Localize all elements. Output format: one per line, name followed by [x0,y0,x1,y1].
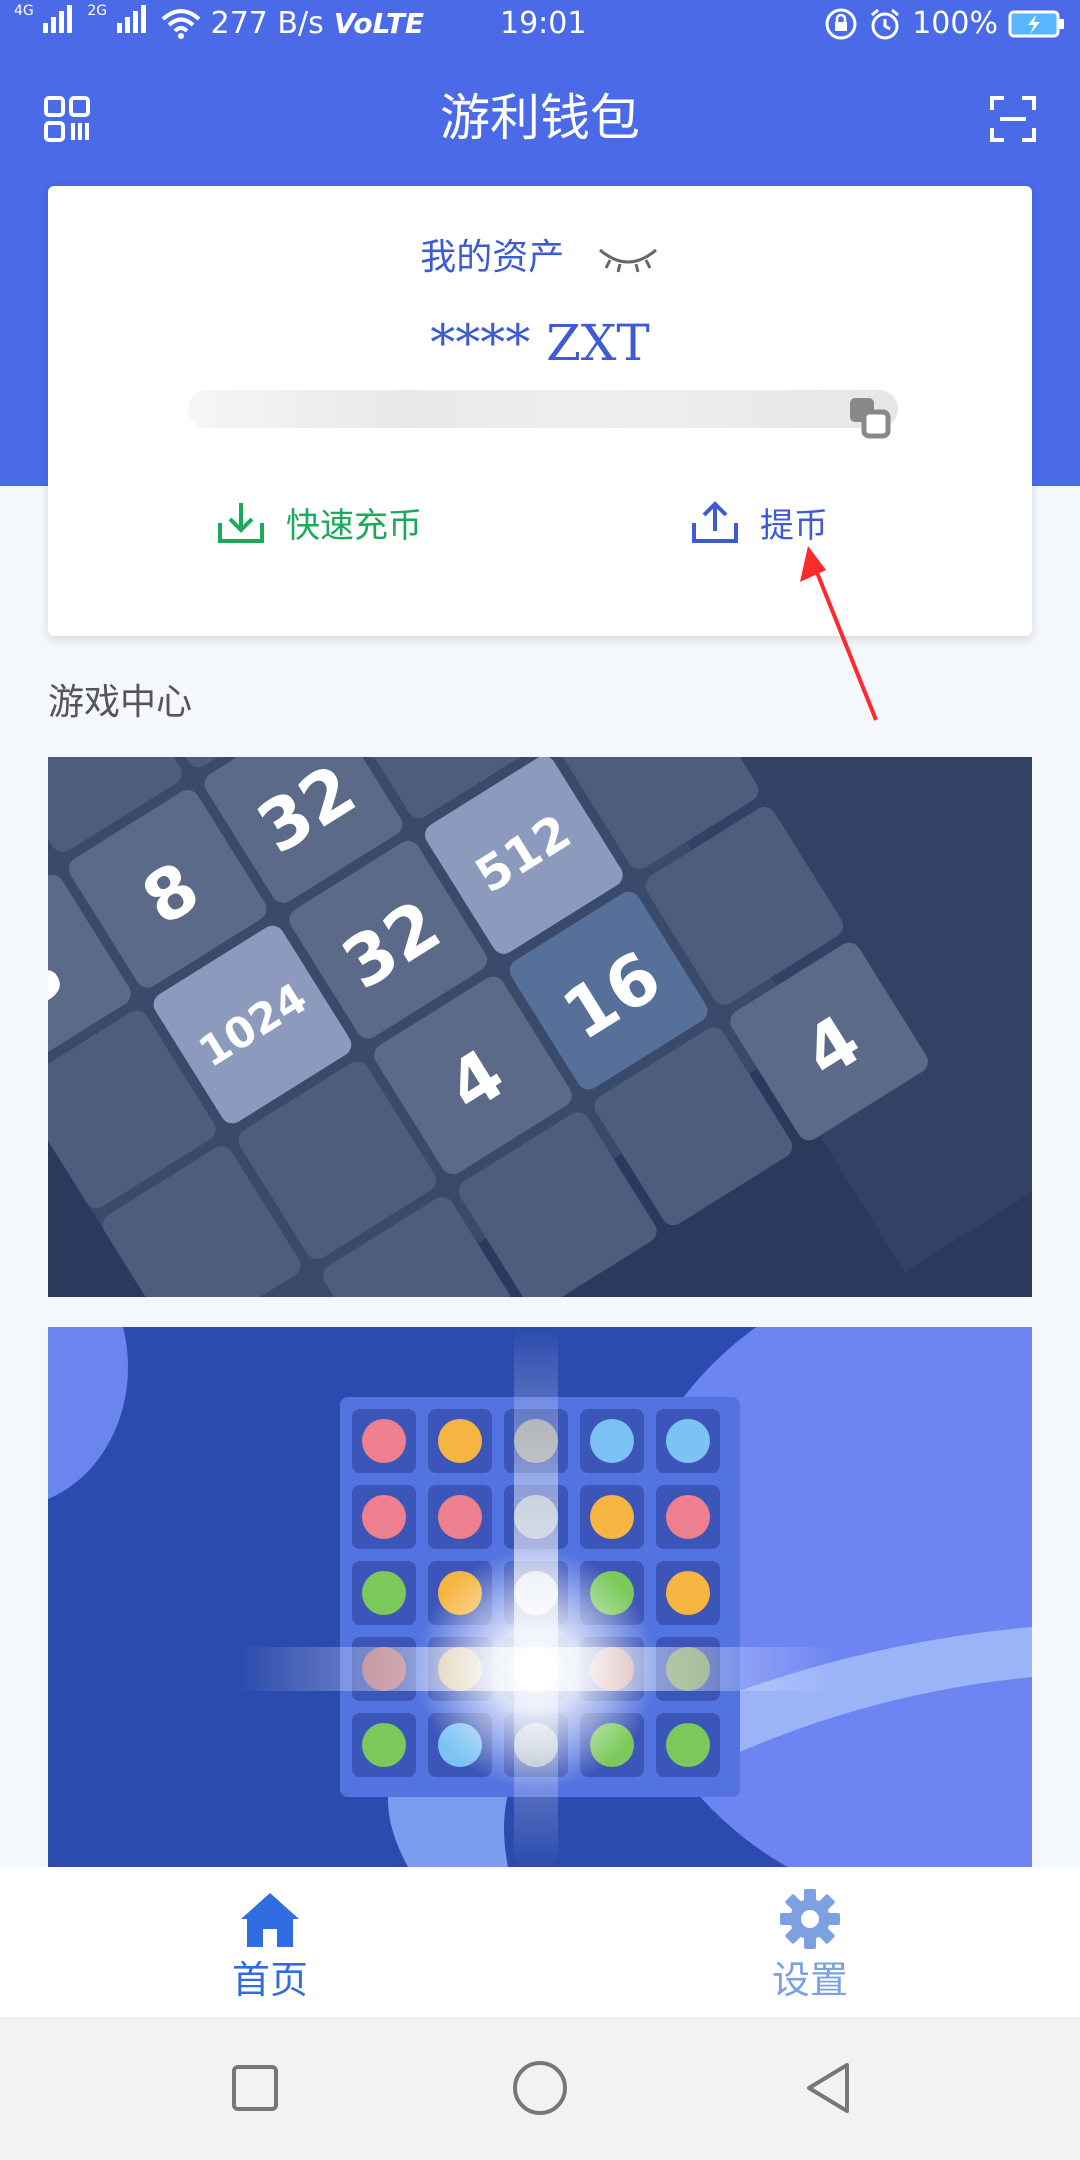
game-banner-match3[interactable] [48,1327,1032,1867]
quick-recharge-button[interactable]: 快速充币 [216,492,422,552]
asset-label: 我的资产 [420,237,565,278]
back-triangle-icon[interactable] [795,2053,865,2123]
status-left: 4G 2G 277 B/s VoLTE [14,4,424,44]
nav-home-label: 首页 [231,1958,308,2002]
home-circle-icon[interactable] [505,2053,575,2123]
copy-icon[interactable] [848,396,892,440]
signal-2-icon: 2G [87,4,150,44]
app-title: 游利钱包 [440,89,640,147]
nav-home[interactable]: 首页 [170,1887,370,2005]
app-bar: 游利钱包 [0,64,1080,174]
download-icon [218,503,264,543]
game-center-title: 游戏中心 [48,682,193,723]
volte-indicator: VoLTE [333,7,425,40]
system-nav-bar [0,2017,1080,2160]
red-annotation-arrow [800,546,878,721]
game-2048-artwork: 8 8 32 1024 32 512 4 16 4 [48,757,1032,1297]
game-banner-2048[interactable]: 8 8 32 1024 32 512 4 16 4 [48,757,1032,1297]
network-speed: 277 B/s [210,6,324,41]
asset-label-row: 我的资产 [48,234,1032,282]
bottom-nav: 首页 设置 [0,1867,1080,2017]
upload-icon [692,501,738,543]
battery-charging-icon [1008,10,1064,38]
nav-settings[interactable]: 设置 [710,1887,910,2005]
network-type-1: 4G [14,3,34,19]
scan-icon[interactable] [990,96,1036,142]
recent-apps-icon[interactable] [220,2053,290,2123]
game-match3-artwork [48,1327,1032,1867]
nav-settings-label: 设置 [771,1958,848,2002]
status-time: 19:01 [500,6,587,41]
quick-recharge-label: 快速充币 [286,505,422,546]
wallet-address-blurred [188,390,898,428]
status-bar: 4G 2G 277 B/s VoLTE 19:01 100% [0,0,1080,54]
asset-amount: **** ZXT [430,314,650,372]
hide-balance-eye-icon[interactable] [596,244,660,274]
battery-percent: 100% [912,6,998,41]
network-type-2: 2G [87,3,108,19]
gear-icon [780,1889,840,1949]
home-icon [241,1893,299,1947]
status-right: 100% [824,4,1066,44]
rotation-lock-icon [825,8,857,40]
alarm-icon [871,8,900,40]
signal-icon: 4G [14,4,77,44]
wifi-icon [161,9,200,39]
